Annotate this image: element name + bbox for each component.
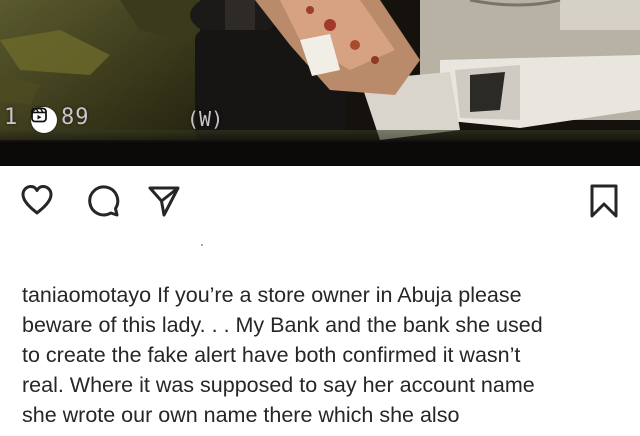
post-caption: taniaomotayo If you’re a store owner in … xyxy=(22,280,622,430)
paper-plane-icon xyxy=(148,186,180,217)
post-action-bar xyxy=(0,166,640,246)
save-button[interactable] xyxy=(589,183,619,219)
cctv-channel-label: (W) xyxy=(187,107,224,131)
caption-line: beware of this lady. . . My Bank and the… xyxy=(22,313,543,337)
reels-icon xyxy=(31,107,57,133)
share-button[interactable] xyxy=(147,184,181,218)
caption-line: real. Where it was supposed to say her a… xyxy=(22,373,535,397)
post-video[interactable]: 1 7:89 (W) xyxy=(0,0,640,166)
carousel-indicator-dot xyxy=(201,244,203,246)
video-frame-image xyxy=(0,0,640,166)
username-link[interactable]: taniaomotayo xyxy=(22,283,151,307)
caption-line: she wrote our own name there which she a… xyxy=(22,403,460,427)
comment-icon xyxy=(88,185,120,217)
caption-line: to create the fake alert have both confi… xyxy=(22,343,521,367)
heart-icon xyxy=(21,185,53,215)
comment-button[interactable] xyxy=(86,184,120,218)
caption-text: If you’re a store owner in Abuja please xyxy=(151,283,522,307)
like-button[interactable] xyxy=(20,184,54,216)
bookmark-icon xyxy=(590,184,618,218)
caption-line: taniaomotayo If you’re a store owner in … xyxy=(22,280,622,310)
